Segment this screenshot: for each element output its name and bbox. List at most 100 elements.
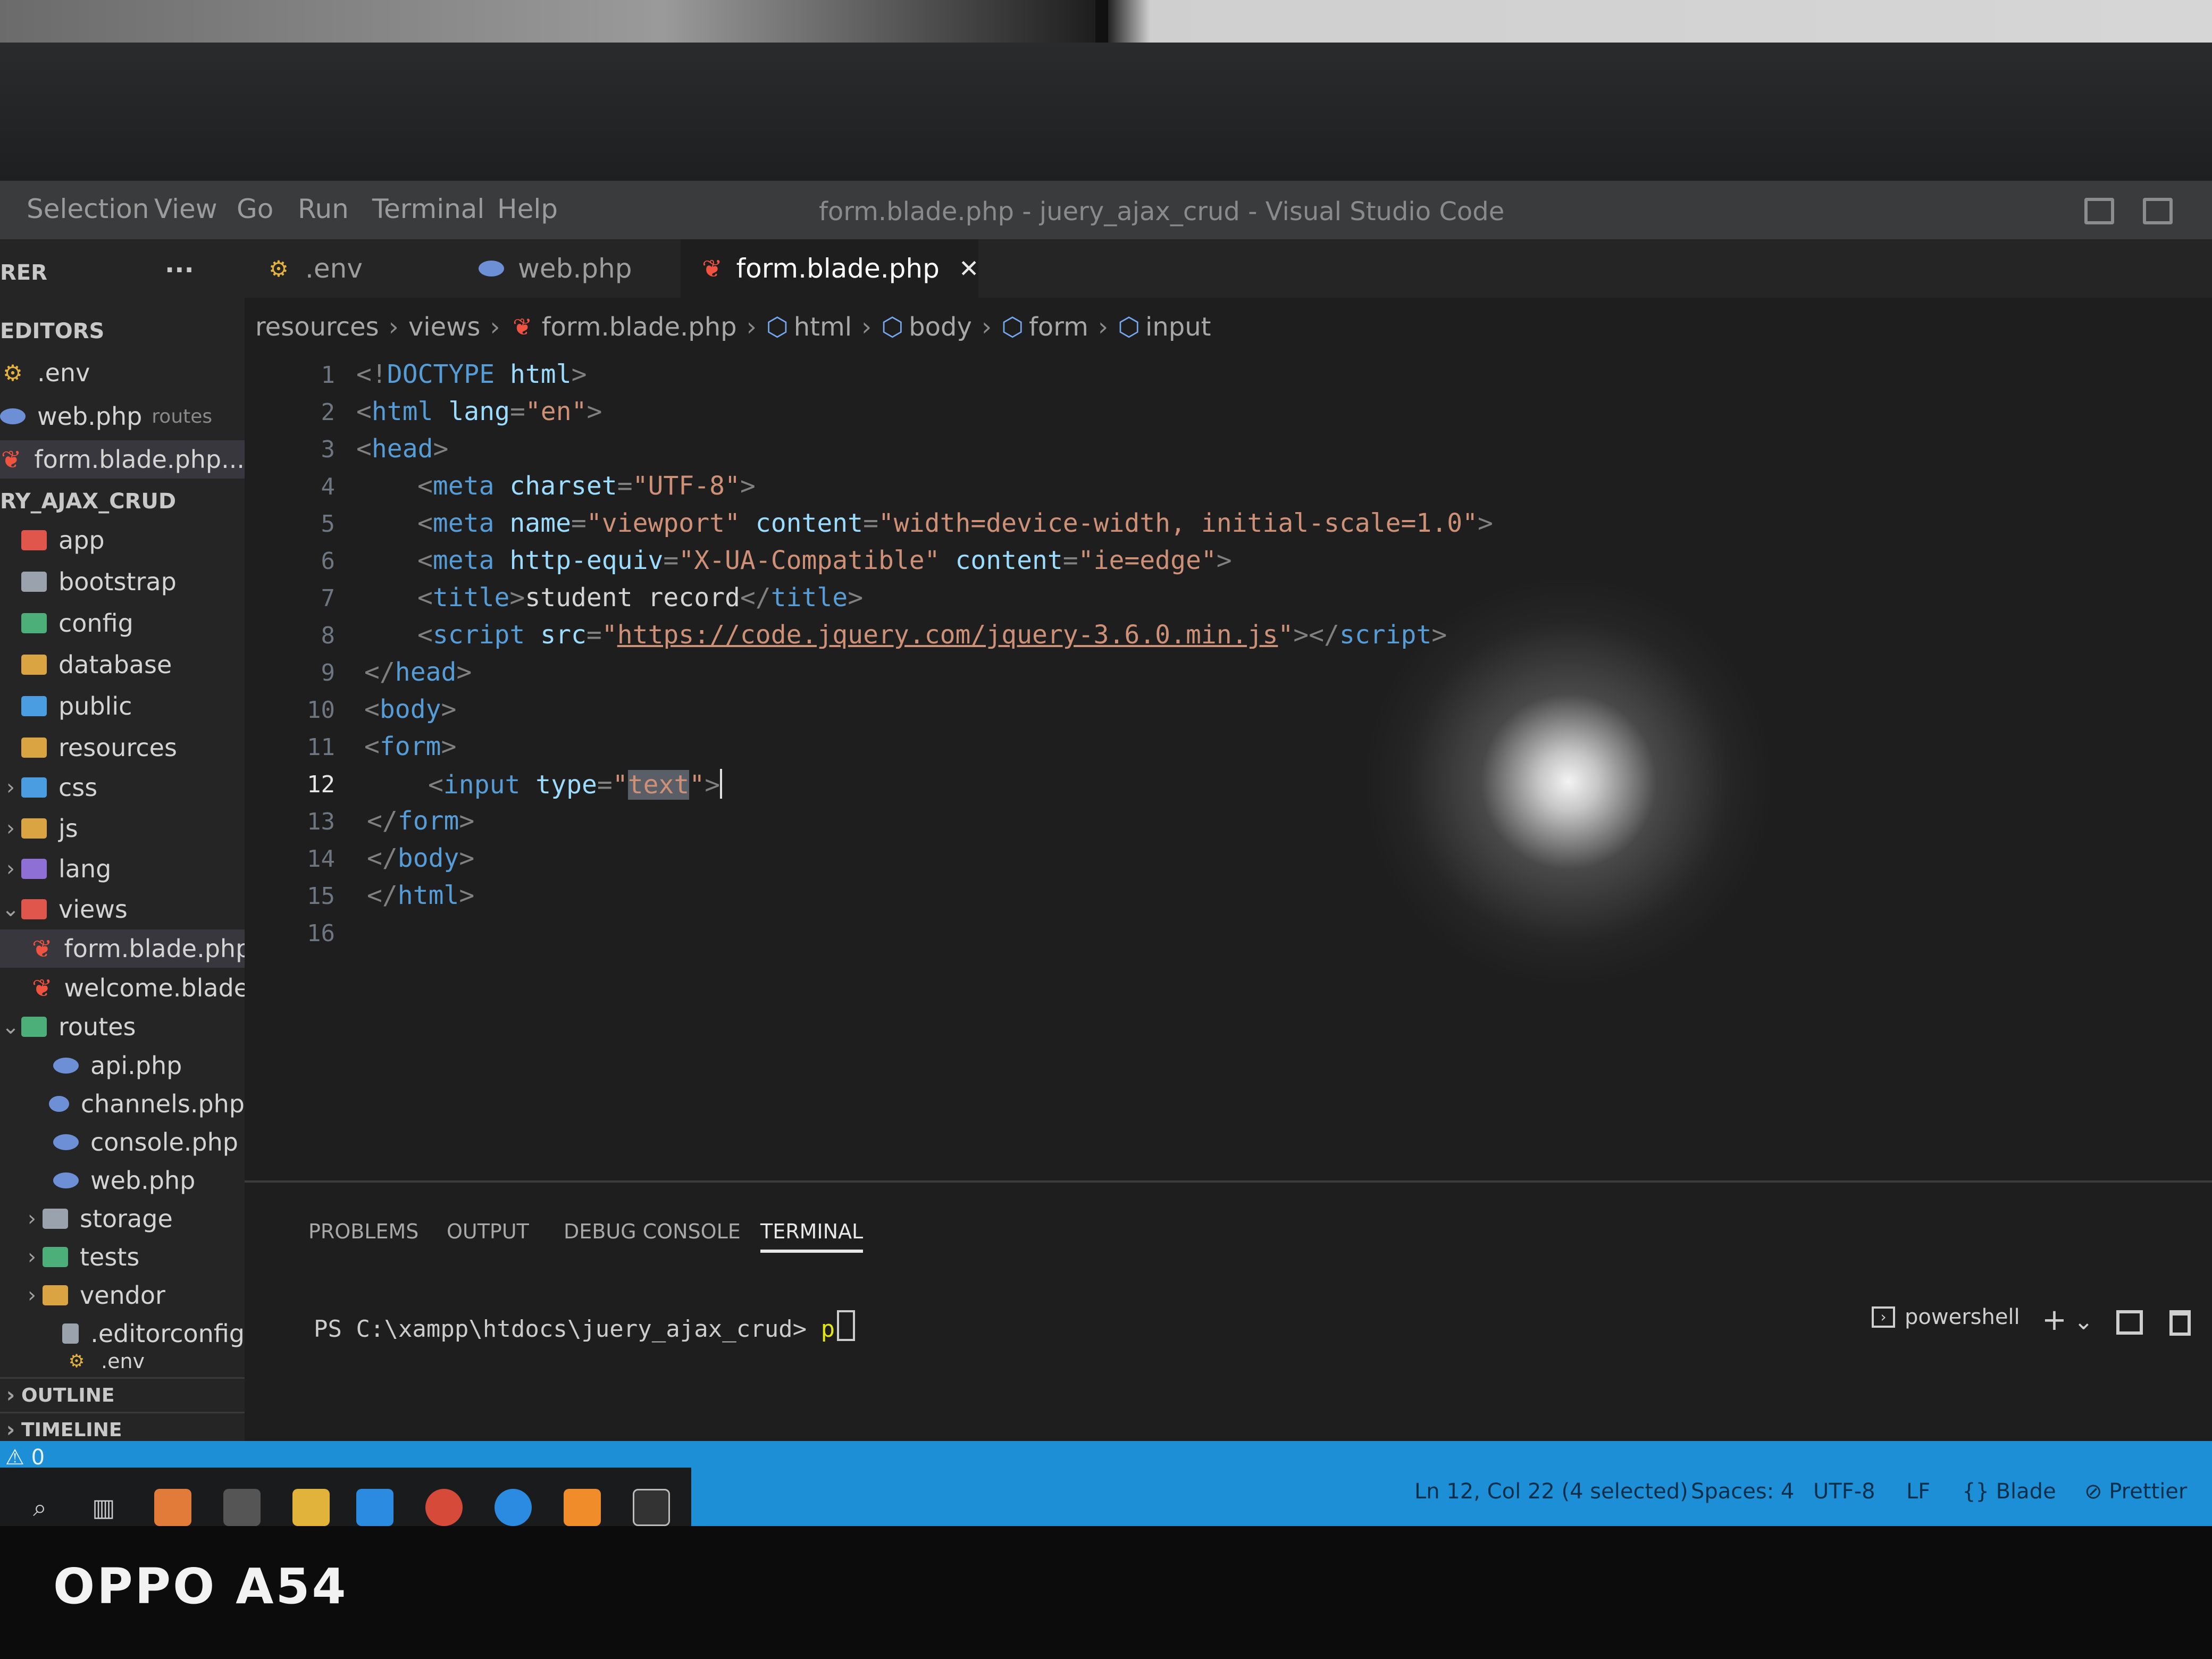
app-icon[interactable] — [223, 1489, 261, 1526]
folder-icon — [43, 1285, 68, 1305]
tree-lang[interactable]: › lang — [0, 850, 245, 888]
cursor-position[interactable]: Ln 12, Col 22 (4 selected) — [1414, 1479, 1688, 1504]
chevron-down-icon[interactable]: ⌄ — [2074, 1308, 2093, 1335]
terminal-app-icon[interactable] — [633, 1489, 670, 1526]
open-editor-form-blade[interactable]: ❦ form.blade.php... — [0, 440, 245, 479]
tree-welcome-blade[interactable]: ❦ welcome.blade.... — [0, 969, 280, 1007]
close-tab-icon[interactable]: ✕ — [959, 254, 979, 283]
folder-open-icon — [21, 738, 47, 758]
tree-bootstrap[interactable]: bootstrap — [0, 563, 245, 601]
encoding[interactable]: UTF-8 — [1813, 1479, 1875, 1504]
menu-selection[interactable]: Selection — [27, 194, 149, 224]
search-icon[interactable]: ⌕ — [21, 1489, 58, 1526]
tree-channels-php[interactable]: channels.php — [0, 1085, 245, 1123]
open-editors-label[interactable]: EDITORS — [0, 319, 104, 343]
explorer-more-icon[interactable]: ··· — [165, 255, 194, 285]
store-icon[interactable] — [154, 1489, 191, 1526]
tab-terminal[interactable]: TERMINAL — [760, 1220, 864, 1253]
terminal-prompt[interactable]: PS C:\xampp\htdocs\juery_ajax_crud> p — [314, 1310, 856, 1343]
file-explorer-icon[interactable] — [292, 1489, 330, 1526]
folder-icon — [21, 777, 47, 798]
text-cursor — [720, 769, 723, 799]
outline-label: OUTLINE — [21, 1384, 115, 1406]
menu-view[interactable]: View — [154, 194, 217, 224]
tab-problems[interactable]: PROBLEMS — [308, 1220, 418, 1243]
terminal-cursor — [837, 1310, 856, 1341]
php-file-icon — [53, 1058, 79, 1074]
toggle-sidebar-icon[interactable] — [2084, 198, 2114, 224]
end-of-line[interactable]: LF — [1906, 1479, 1930, 1504]
project-root-label[interactable]: RY_AJAX_CRUD — [0, 489, 176, 514]
split-terminal-icon[interactable] — [2116, 1310, 2143, 1335]
breadcrumb-views[interactable]: views — [408, 312, 481, 342]
code-line-9: </head> — [364, 657, 472, 687]
tree-web-php[interactable]: web.php — [0, 1161, 245, 1200]
breadcrumb-input[interactable]: input — [1145, 312, 1211, 342]
tree-vendor[interactable]: › vendor — [0, 1276, 245, 1314]
menu-go[interactable]: Go — [237, 194, 273, 224]
tree-resources[interactable]: resources — [0, 728, 245, 767]
laravel-file-icon: ❦ — [32, 974, 53, 1002]
env-file-icon: ⚙ — [3, 359, 23, 386]
tree-database[interactable]: database — [0, 646, 245, 684]
menu-run[interactable]: Run — [298, 194, 349, 224]
breadcrumb-resources[interactable]: resources — [255, 312, 379, 342]
menu-terminal[interactable]: Terminal — [372, 194, 484, 224]
prettier-status[interactable]: ⊘ Prettier — [2084, 1479, 2187, 1504]
jquery-cdn-link[interactable]: https://code.jquery.com/jquery-3.6.0.min… — [617, 620, 1278, 650]
tree-js[interactable]: › js — [0, 809, 245, 848]
tab-debug-console[interactable]: DEBUG CONSOLE — [564, 1220, 741, 1243]
tree-storage[interactable]: › storage — [0, 1200, 245, 1238]
breadcrumb-file[interactable]: form.blade.php — [542, 312, 737, 342]
tree-routes[interactable]: ⌄ routes — [0, 1008, 245, 1046]
tree-api-php[interactable]: api.php — [0, 1046, 245, 1085]
line-number: 8 — [321, 622, 336, 649]
task-view-icon[interactable]: ▥ — [85, 1489, 122, 1526]
breadcrumb-form[interactable]: form — [1029, 312, 1088, 342]
tree-css[interactable]: › css — [0, 768, 245, 807]
selected-text: text — [627, 770, 690, 800]
windows-taskbar: ⌕ ▥ — [0, 1468, 691, 1526]
terminal-shell-selector[interactable]: › powershell — [1872, 1305, 2020, 1329]
new-terminal-icon[interactable]: + — [2042, 1303, 2067, 1337]
menu-help[interactable]: Help — [497, 194, 558, 224]
xampp-icon[interactable] — [564, 1489, 601, 1526]
tree-editorconfig[interactable]: .editorconfig — [0, 1314, 245, 1353]
tree-form-blade[interactable]: ❦ form.blade.php — [0, 929, 251, 968]
symbol-cube-icon: ⬡ — [766, 312, 789, 342]
tree-app[interactable]: app — [0, 521, 245, 559]
tab-output[interactable]: OUTPUT — [447, 1220, 529, 1243]
tree-label: lang — [58, 854, 112, 883]
tab-web-php[interactable]: web.php — [457, 239, 681, 298]
folder-open-icon — [21, 1017, 47, 1037]
tree-tests[interactable]: › tests — [0, 1238, 245, 1276]
laravel-file-icon: ❦ — [32, 934, 53, 963]
terminal-input[interactable]: p — [821, 1316, 835, 1343]
problems-count[interactable]: ⚠ 0 — [5, 1445, 45, 1470]
tab-form-blade[interactable]: ❦ form.blade.php ✕ — [681, 239, 979, 298]
chevron-right-icon: › — [28, 1245, 36, 1269]
tree-label: js — [58, 814, 78, 843]
chrome-icon[interactable] — [425, 1489, 463, 1526]
open-editor-env[interactable]: ⚙ .env — [0, 354, 245, 392]
folder-icon — [21, 818, 47, 839]
tree-config[interactable]: config — [0, 604, 245, 642]
tree-views[interactable]: ⌄ views — [0, 890, 245, 928]
wall-gap — [1095, 0, 1108, 43]
skype-icon[interactable] — [495, 1489, 532, 1526]
trash-icon[interactable] — [2169, 1310, 2191, 1336]
tree-public[interactable]: public — [0, 687, 245, 725]
tab-env[interactable]: ⚙ .env — [245, 239, 457, 298]
open-editor-web-php[interactable]: web.php routes — [0, 397, 245, 435]
vscode-icon[interactable] — [356, 1489, 393, 1526]
indentation[interactable]: Spaces: 4 — [1691, 1479, 1794, 1504]
language-mode[interactable]: {} Blade — [1962, 1479, 2056, 1504]
tree-label: css — [58, 773, 98, 802]
breadcrumb-html[interactable]: html — [794, 312, 852, 342]
tree-console-php[interactable]: console.php — [0, 1123, 245, 1161]
breadcrumb-body[interactable]: body — [909, 312, 972, 342]
outline-section[interactable]: › OUTLINE — [0, 1377, 287, 1412]
line-number: 15 — [307, 883, 335, 910]
toggle-panel-icon[interactable] — [2143, 198, 2173, 224]
tree-env[interactable]: ⚙ .env — [0, 1348, 245, 1375]
